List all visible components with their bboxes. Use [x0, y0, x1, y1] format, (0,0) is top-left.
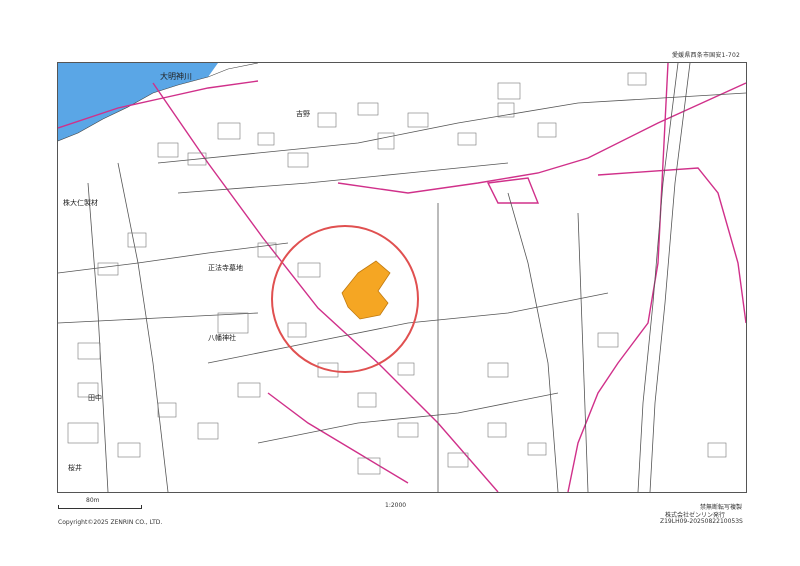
shrine-label: 八幡神社 [208, 334, 236, 342]
scale-label: 80m [86, 497, 100, 504]
district-boundaries [58, 63, 746, 492]
road-network [58, 63, 746, 492]
river-label: 大明神川 [160, 72, 192, 81]
scale-bar [58, 505, 142, 509]
place-label: 吉野 [296, 110, 310, 118]
company-label: 株大仁製材 [63, 199, 98, 207]
map-canvas[interactable] [58, 63, 746, 492]
copyright: Copyright©2025 ZENRIN CO., LTD. [58, 519, 163, 526]
buildings [67, 72, 727, 475]
river [58, 63, 218, 141]
place-label: 正法寺墓地 [208, 264, 243, 272]
subject-parcel [341, 260, 391, 320]
place-label: 田中 [88, 394, 102, 402]
map-frame[interactable]: 大明神川 株大仁製材 八幡神社 吉野 正法寺墓地 田中 桜井 [57, 62, 747, 493]
scale-ratio: 1:2000 [385, 502, 407, 509]
place-label: 桜井 [68, 464, 82, 472]
location-header: 愛媛県西条市国安1-702 [671, 52, 740, 59]
license-code: Z19LH09-2025082210053S [660, 518, 743, 525]
